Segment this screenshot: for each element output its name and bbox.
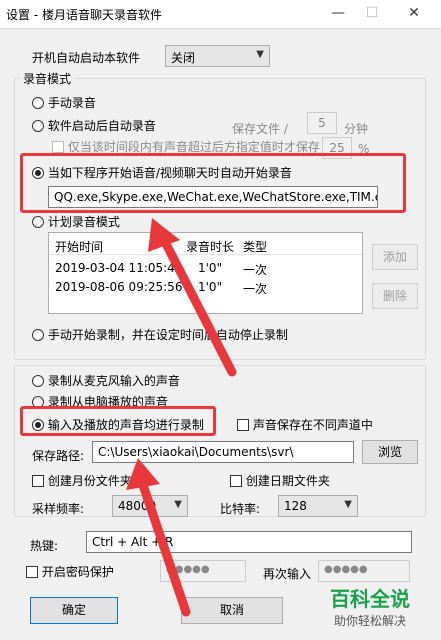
- watermark-title: 百科全说: [330, 587, 410, 611]
- watermark-subtitle: 助你轻松解决: [333, 614, 406, 628]
- watermark-logo: 百科全说 助你轻松解决: [314, 586, 426, 630]
- annotation-arrows: [126, 218, 237, 617]
- annotation-arrow-1: [148, 218, 237, 377]
- annotation-arrow-2: [126, 458, 191, 617]
